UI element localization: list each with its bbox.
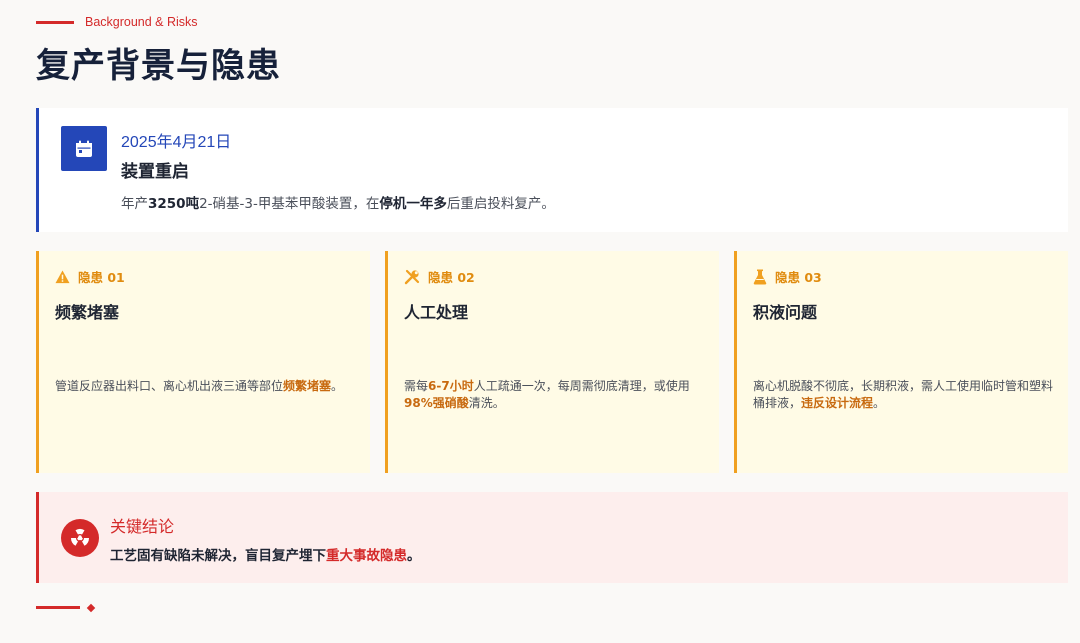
risk-title: 频繁堵塞 [55,303,120,322]
calendar-icon [61,126,107,171]
risk-text: 管道反应器出料口、离心机出液三通等部位频繁堵塞。 [55,379,344,393]
conclusion-text: 工艺固有缺陷未解决，盲目复产埋下重大事故隐患。 [110,548,421,564]
risk-label: 隐患 03 [775,270,822,285]
risk-text: 需每6-7小时人工疏通一次，每周需彻底清理，或使用98%强硝酸清洗。 [404,379,690,410]
risk-title: 积液问题 [753,303,818,322]
footer-accent-line [36,606,80,609]
risk-header: 隐患 01 [55,267,125,286]
risk-label: 隐患 01 [78,270,125,285]
risk-label: 隐患 02 [428,270,475,285]
risk-text: 离心机脱酸不彻底，长期积液，需人工使用临时管和塑料桶排液，违反设计流程。 [753,379,1054,410]
event-date: 2025年4月21日 [121,134,232,151]
event-description: 年产3250吨2-硝基-3-甲基苯甲酸装置，在停机一年多后重启投料复产。 [121,196,555,212]
wrench-icon [404,269,420,284]
footer-accent-diamond [86,603,96,613]
risk-header: 隐患 03 [753,267,822,286]
risk-card-03: 隐患 03 积液问题 离心机脱酸不彻底，长期积液，需人工使用临时管和塑料桶排液，… [734,251,1068,473]
page-title: 复产背景与隐患 [36,46,281,86]
risk-card-01: 隐患 01 频繁堵塞 管道反应器出料口、离心机出液三通等部位频繁堵塞。 [36,251,370,473]
conclusion-card: 关键结论 工艺固有缺陷未解决，盲目复产埋下重大事故隐患。 [36,492,1068,583]
radiation-icon [61,519,99,557]
event-title: 装置重启 [121,162,189,182]
risk-card-02: 隐患 02 人工处理 需每6-7小时人工疏通一次，每周需彻底清理，或使用98%强… [385,251,719,473]
risk-title: 人工处理 [404,303,469,322]
flask-icon [753,269,767,284]
conclusion-title: 关键结论 [110,517,175,536]
section-subtitle: Background & Risks [85,15,198,29]
warning-triangle-icon [55,269,70,283]
event-card: 2025年4月21日 装置重启 年产3250吨2-硝基-3-甲基苯甲酸装置，在停… [36,108,1068,232]
risk-header: 隐患 02 [404,267,475,286]
header-accent-line [36,21,74,24]
